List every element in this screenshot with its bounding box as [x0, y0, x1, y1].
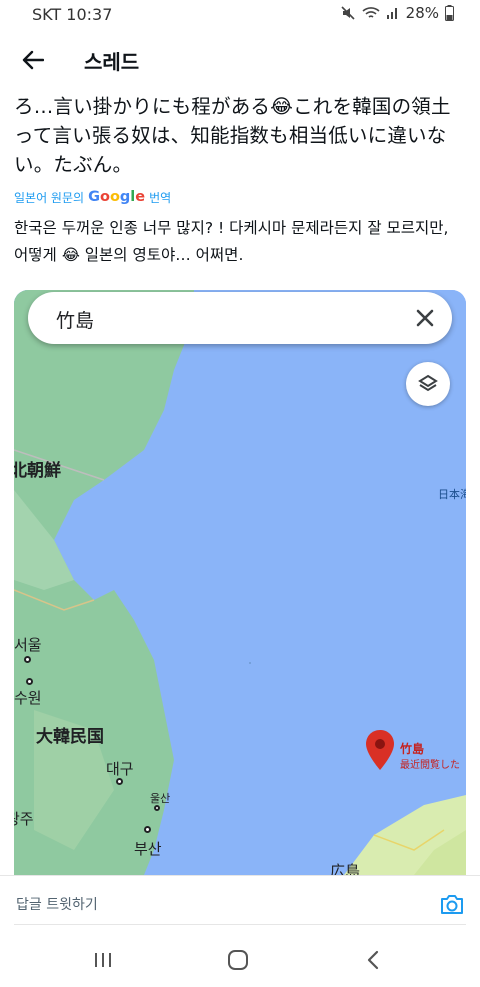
status-bar: SKT 10:37 28%: [0, 0, 480, 30]
translation-attribution[interactable]: 일본어 원문의 Google 번역: [14, 187, 466, 207]
close-icon[interactable]: [412, 305, 438, 331]
map-label-daegu: 대구: [106, 760, 134, 778]
map-dot-daegu: [116, 778, 123, 785]
mute-icon: [341, 6, 355, 20]
nav-back-button[interactable]: [358, 948, 388, 972]
divider: [14, 924, 466, 925]
map-label-busan: 부산: [134, 840, 162, 858]
google-logo: Google: [88, 189, 146, 205]
map-label-ulsan: 울산: [150, 792, 171, 805]
nav-back-icon: [367, 950, 379, 970]
map-pin-sublabel: 最近閲覧した: [400, 760, 460, 771]
translate-prefix: 일본어 원문의: [14, 190, 85, 205]
map-dot-seoul: [24, 656, 31, 663]
map-label-north-korea: 北朝鮮: [14, 461, 61, 481]
map-label-sea-of-japan: 日本海: [438, 488, 466, 501]
layers-icon: [418, 374, 438, 392]
map-label-gwangju: 광주: [14, 810, 34, 828]
map-pin-label: 竹島: [400, 742, 425, 756]
map-label-korea: 大韓民国: [36, 727, 104, 747]
recent-apps-icon: [95, 953, 111, 967]
map-dot-suwon: [26, 678, 33, 685]
map-search-bar[interactable]: 竹島: [28, 292, 452, 344]
battery-percent: 28%: [405, 4, 439, 22]
recent-apps-button[interactable]: [88, 948, 118, 972]
battery-icon: [445, 5, 454, 21]
reply-input[interactable]: 답글 트윗하기: [16, 894, 98, 914]
tweet-translated-text: 한국은 두꺼운 인종 너무 많지? ! 다케시마 문제라든지 잘 모르지만, 어…: [14, 219, 449, 264]
translate-suffix: 번역: [149, 190, 172, 205]
home-icon: [228, 950, 248, 970]
wifi-icon: [362, 7, 380, 18]
map-label-seoul: 서울: [14, 636, 42, 654]
status-time: SKT 10:37: [32, 5, 113, 24]
page-title: 스레드: [84, 50, 140, 74]
map-label-suwon: 수원: [14, 689, 42, 707]
map-image[interactable]: 竹島 北朝鮮 日本海 서울 수원 大韓民国 대구 울산 광주 부산 広島 竹島 …: [14, 290, 466, 875]
signal-icon: [386, 8, 397, 19]
map-label-hiroshima: 広島: [330, 862, 361, 875]
status-icons: 28%: [340, 4, 454, 22]
map-dot-ulsan: [154, 805, 160, 811]
thread-header: 스레드: [0, 30, 480, 90]
map-dot-busan: [144, 826, 151, 833]
tweet-body: ろ…言い掛かりにも程がある😂これを韓国の領土って言い張る奴は、知能指数も相当低い…: [14, 92, 466, 269]
back-arrow-icon: [22, 50, 44, 70]
map-layers-button[interactable]: [406, 362, 450, 406]
map-search-query: 竹島: [56, 310, 95, 332]
reply-bar: 답글 트윗하기: [0, 875, 480, 930]
back-button[interactable]: [18, 45, 48, 75]
map-pin-icon[interactable]: [366, 730, 394, 770]
system-nav-bar: [0, 932, 480, 987]
map-terrain: [14, 290, 466, 875]
home-button[interactable]: [223, 948, 253, 972]
camera-icon[interactable]: [438, 890, 466, 918]
tweet-original-text: ろ…言い掛かりにも程がある😂これを韓国の領土って言い張る奴は、知能指数も相当低い…: [14, 95, 451, 176]
